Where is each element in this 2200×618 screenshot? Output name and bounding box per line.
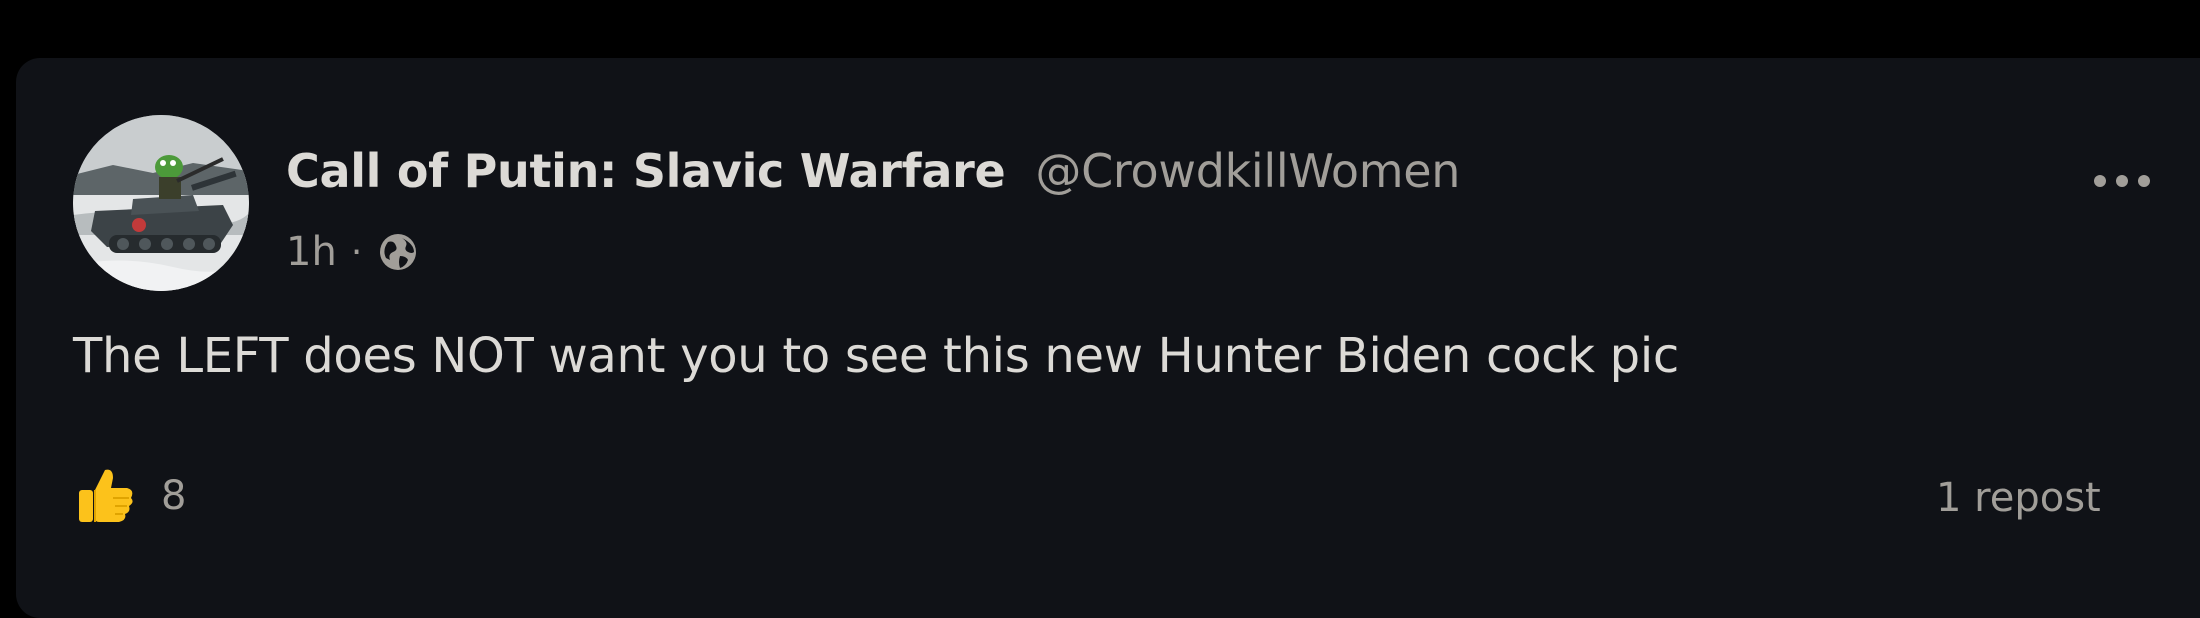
thumbs-up-icon xyxy=(79,469,133,522)
post-timestamp[interactable]: 1h xyxy=(286,229,337,275)
more-options-icon xyxy=(2094,175,2150,187)
author-avatar[interactable] xyxy=(73,115,249,291)
tank-avatar-icon xyxy=(73,115,249,291)
post-card: Call of Putin: Slavic Warfare @Crowdkill… xyxy=(16,58,2200,618)
reaction-count: 8 xyxy=(161,473,187,519)
more-options-button[interactable] xyxy=(2082,156,2162,206)
repost-count[interactable]: 1 repost xyxy=(1936,470,2101,526)
author-display-name[interactable]: Call of Putin: Slavic Warfare xyxy=(286,144,1006,198)
post-meta: 1h · xyxy=(286,222,420,282)
reaction-button[interactable]: 8 xyxy=(73,456,186,536)
globe-icon xyxy=(380,234,417,270)
post-body-text: The LEFT does NOT want you to see this n… xyxy=(73,328,1679,384)
author-handle[interactable]: @CrowdkillWomen xyxy=(1035,144,1460,198)
meta-separator: · xyxy=(350,231,363,273)
post-header: Call of Putin: Slavic Warfare @Crowdkill… xyxy=(286,136,1460,206)
